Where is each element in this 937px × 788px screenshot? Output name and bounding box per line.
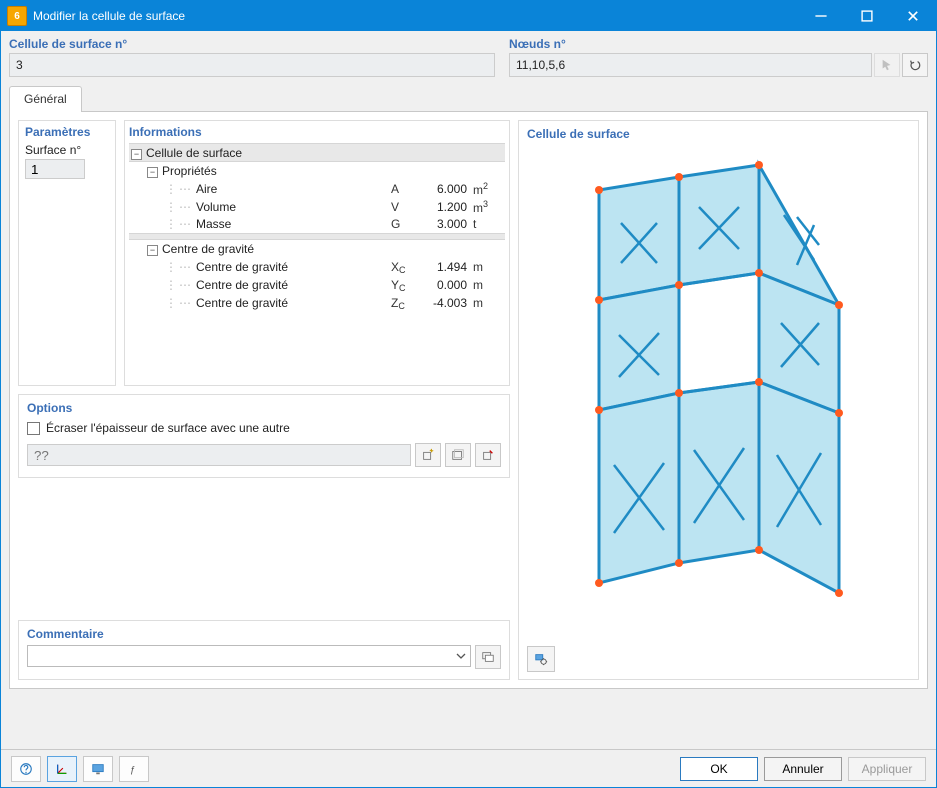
right-column: Cellule de surface bbox=[518, 120, 919, 680]
app-icon: 6 bbox=[7, 6, 27, 26]
chevron-down-icon bbox=[456, 651, 466, 661]
options-title: Options bbox=[27, 401, 501, 415]
tab-strip: Général Paramètres Surface n° I bbox=[9, 85, 928, 689]
dialog-body: Cellule de surface n° Nœuds n° G bbox=[1, 31, 936, 749]
maximize-button[interactable] bbox=[844, 1, 890, 31]
edit-thickness-button[interactable] bbox=[475, 443, 501, 467]
close-icon bbox=[906, 9, 920, 23]
collapse-icon: − bbox=[147, 245, 158, 256]
nodes-group: Nœuds n° bbox=[509, 37, 928, 77]
tab-general[interactable]: Général bbox=[9, 86, 82, 112]
left-column: Paramètres Surface n° Informations −Cell… bbox=[18, 120, 510, 680]
tree-props-header[interactable]: −Propriétés bbox=[129, 162, 505, 180]
comment-panel: Commentaire bbox=[18, 620, 510, 680]
edit-icon bbox=[481, 448, 495, 462]
cursor-icon bbox=[880, 58, 894, 72]
script-button[interactable]: ƒ bbox=[119, 756, 149, 782]
help-button[interactable] bbox=[11, 756, 41, 782]
help-icon bbox=[19, 762, 33, 776]
library-thickness-button[interactable] bbox=[445, 443, 471, 467]
tree-row: ⋮⋯MasseG3.000t bbox=[129, 216, 505, 234]
cell-number-input[interactable] bbox=[9, 53, 495, 77]
comment-icon bbox=[481, 650, 495, 664]
monitor-icon bbox=[91, 762, 105, 776]
overwrite-thickness-checkbox[interactable] bbox=[27, 422, 40, 435]
svg-text:ƒ: ƒ bbox=[130, 764, 135, 775]
nodes-label: Nœuds n° bbox=[509, 37, 928, 51]
unit-cell: m2 bbox=[471, 180, 505, 198]
new-icon bbox=[421, 448, 435, 462]
maximize-icon bbox=[860, 9, 874, 23]
unit-cell: m3 bbox=[471, 198, 505, 216]
surface-number-label: Surface n° bbox=[25, 143, 109, 157]
cell-number-label: Cellule de surface n° bbox=[9, 37, 495, 51]
units-button[interactable] bbox=[47, 756, 77, 782]
pick-nodes-button[interactable] bbox=[874, 53, 900, 77]
nodes-input[interactable] bbox=[509, 53, 872, 77]
reverse-nodes-button[interactable] bbox=[902, 53, 928, 77]
thickness-input[interactable] bbox=[27, 444, 411, 466]
ok-button[interactable]: OK bbox=[680, 757, 758, 781]
comment-title: Commentaire bbox=[27, 627, 501, 641]
overwrite-thickness-row[interactable]: Écraser l'épaisseur de surface avec une … bbox=[27, 421, 501, 435]
collapse-icon: − bbox=[147, 167, 158, 178]
view-settings-button[interactable] bbox=[83, 756, 113, 782]
tree-row: ⋮⋯AireA6.000m2 bbox=[129, 180, 505, 198]
parameters-panel: Paramètres Surface n° bbox=[18, 120, 116, 386]
informations-title: Informations bbox=[129, 125, 505, 139]
library-icon bbox=[451, 448, 465, 462]
axes-icon bbox=[55, 762, 69, 776]
preview-title: Cellule de surface bbox=[527, 127, 910, 141]
titlebar: 6 Modifier la cellule de surface bbox=[1, 1, 936, 31]
undo-icon bbox=[908, 58, 922, 72]
header-fields: Cellule de surface n° Nœuds n° bbox=[9, 37, 928, 77]
tree-row: ⋮⋯VolumeV1.200m3 bbox=[129, 198, 505, 216]
apply-button[interactable]: Appliquer bbox=[848, 757, 926, 781]
surface-preview-svg bbox=[559, 145, 879, 645]
unit-cell: t bbox=[471, 216, 505, 234]
preview-panel: Cellule de surface bbox=[518, 120, 919, 680]
tree-row: ⋮⋯Centre de gravitéYC0.000m bbox=[129, 276, 505, 294]
info-tree: −Cellule de surface −Propriétés ⋮⋯AireA6… bbox=[129, 143, 505, 312]
tree-row: ⋮⋯Centre de gravitéZC-4.003m bbox=[129, 294, 505, 312]
display-settings-icon bbox=[534, 652, 548, 666]
parameters-title: Paramètres bbox=[25, 125, 109, 139]
tree-row: ⋮⋯Centre de gravitéXC1.494m bbox=[129, 258, 505, 276]
comment-combo[interactable] bbox=[27, 645, 471, 667]
preview-settings-button[interactable] bbox=[527, 646, 555, 672]
function-icon: ƒ bbox=[127, 762, 141, 776]
informations-panel: Informations −Cellule de surface −Propri… bbox=[124, 120, 510, 386]
cell-number-group: Cellule de surface n° bbox=[9, 37, 495, 77]
options-panel: Options Écraser l'épaisseur de surface a… bbox=[18, 394, 510, 478]
new-thickness-button[interactable] bbox=[415, 443, 441, 467]
cancel-button[interactable]: Annuler bbox=[764, 757, 842, 781]
overwrite-thickness-label: Écraser l'épaisseur de surface avec une … bbox=[46, 421, 290, 435]
preview-viewport[interactable] bbox=[527, 145, 910, 645]
close-button[interactable] bbox=[890, 1, 936, 31]
dialog-footer: ƒ OK Annuler Appliquer bbox=[1, 749, 936, 787]
surface-number-input[interactable] bbox=[25, 159, 85, 179]
tab-content: Paramètres Surface n° Informations −Cell… bbox=[9, 112, 928, 689]
minimize-icon bbox=[814, 9, 828, 23]
dialog-window: 6 Modifier la cellule de surface Cellule… bbox=[0, 0, 937, 788]
tree-root-row[interactable]: −Cellule de surface bbox=[129, 144, 505, 162]
tree-cog-header[interactable]: −Centre de gravité bbox=[129, 240, 505, 258]
minimize-button[interactable] bbox=[798, 1, 844, 31]
comment-pick-button[interactable] bbox=[475, 645, 501, 669]
window-title: Modifier la cellule de surface bbox=[33, 9, 798, 23]
collapse-icon: − bbox=[131, 149, 142, 160]
